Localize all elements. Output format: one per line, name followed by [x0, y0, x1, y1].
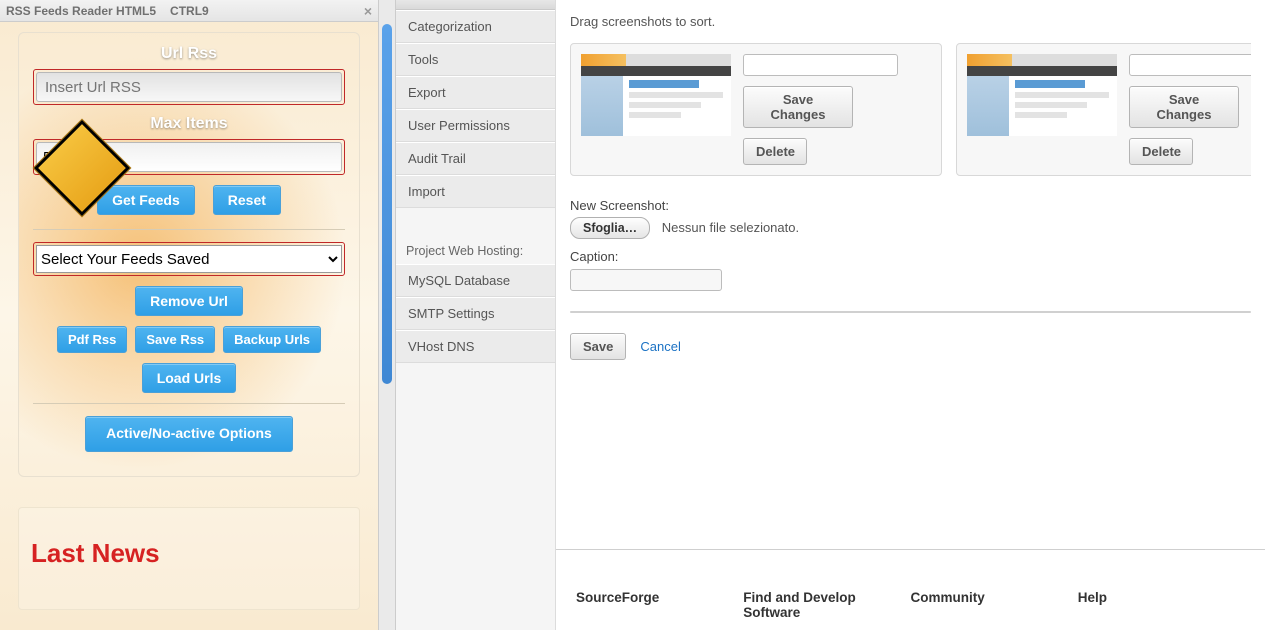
screenshot-thumbnail[interactable] [967, 54, 1117, 136]
new-screenshot-label: New Screenshot: [570, 198, 1251, 213]
new-screenshot-block: New Screenshot: Sfoglia… Nessun file sel… [570, 198, 1251, 291]
nav-item-categorization[interactable]: Categorization [396, 10, 555, 43]
screenshot-item[interactable]: Save Changes Delete [570, 43, 942, 176]
load-urls-button[interactable]: Load Urls [142, 363, 237, 393]
screenshot-caption-input[interactable] [743, 54, 898, 76]
screenshot-caption-input[interactable] [1129, 54, 1251, 76]
caption-input[interactable] [570, 269, 722, 291]
pdf-rss-button[interactable]: Pdf Rss [57, 326, 127, 353]
save-button[interactable]: Save [570, 333, 626, 360]
drag-instruction: Drag screenshots to sort. [570, 14, 1251, 29]
divider [33, 229, 345, 230]
nav-item-audit-trail[interactable]: Audit Trail [396, 142, 555, 175]
main-content: Drag screenshots to sort. Save Changes D… [556, 0, 1265, 630]
reset-button[interactable]: Reset [213, 185, 281, 215]
nav-item-smtp[interactable]: SMTP Settings [396, 297, 555, 330]
divider [33, 403, 345, 404]
save-changes-button[interactable]: Save Changes [743, 86, 853, 128]
admin-nav: Categorization Tools Export User Permiss… [396, 0, 556, 630]
nav-item-export[interactable]: Export [396, 76, 555, 109]
save-changes-button[interactable]: Save Changes [1129, 86, 1239, 128]
save-rss-button[interactable]: Save Rss [135, 326, 215, 353]
close-icon[interactable]: × [364, 3, 372, 19]
delete-button[interactable]: Delete [1129, 138, 1193, 165]
footer-col-find-develop[interactable]: Find and Develop Software [743, 590, 910, 620]
browse-file-button[interactable]: Sfoglia… [570, 217, 650, 239]
screenshot-thumbnail[interactable] [581, 54, 731, 136]
sidebar-titlebar: RSS Feeds Reader HTML5 CTRL9 × [0, 0, 378, 22]
max-items-label: Max Items [33, 115, 345, 133]
screenshot-item[interactable]: Save Changes Delete [956, 43, 1251, 176]
feeds-saved-select[interactable]: Select Your Feeds Saved [36, 245, 342, 273]
cancel-link[interactable]: Cancel [640, 339, 680, 354]
backup-urls-button[interactable]: Backup Urls [223, 326, 321, 353]
get-feeds-button[interactable]: Get Feeds [97, 185, 195, 215]
remove-url-button[interactable]: Remove Url [135, 286, 243, 316]
last-news-heading: Last News [31, 538, 347, 569]
sidebar-title: RSS Feeds Reader HTML5 [6, 4, 156, 18]
vertical-scrollbar[interactable] [378, 0, 396, 630]
nav-item-mysql[interactable]: MySQL Database [396, 264, 555, 297]
page-footer: SourceForge Find and Develop Software Co… [556, 549, 1265, 630]
rss-sidebar-panel: RSS Feeds Reader HTML5 CTRL9 × Url Rss M… [0, 0, 378, 630]
sidebar-hotkey: CTRL9 [170, 4, 209, 18]
divider [570, 311, 1251, 313]
scrollbar-thumb[interactable] [382, 24, 392, 384]
url-rss-input[interactable] [36, 72, 342, 102]
nav-header-spacer [396, 0, 555, 10]
screenshot-list: Save Changes Delete Save Changes Delete [570, 43, 1251, 176]
rss-controls-card: Url Rss Max Items Get Feeds Reset Select… [18, 32, 360, 477]
file-status-text: Nessun file selezionato. [662, 220, 799, 235]
delete-button[interactable]: Delete [743, 138, 807, 165]
active-options-button[interactable]: Active/No-active Options [85, 416, 293, 452]
nav-item-tools[interactable]: Tools [396, 43, 555, 76]
caption-label: Caption: [570, 249, 1251, 264]
footer-col-help[interactable]: Help [1078, 590, 1245, 620]
nav-item-import[interactable]: Import [396, 175, 555, 208]
footer-col-community[interactable]: Community [911, 590, 1078, 620]
url-rss-label: Url Rss [33, 45, 345, 63]
max-items-input[interactable] [36, 142, 342, 172]
nav-item-user-permissions[interactable]: User Permissions [396, 109, 555, 142]
last-news-card: Last News [18, 507, 360, 610]
footer-col-sourceforge[interactable]: SourceForge [576, 590, 743, 620]
nav-hosting-header: Project Web Hosting: [396, 238, 555, 264]
nav-item-vhost-dns[interactable]: VHost DNS [396, 330, 555, 363]
